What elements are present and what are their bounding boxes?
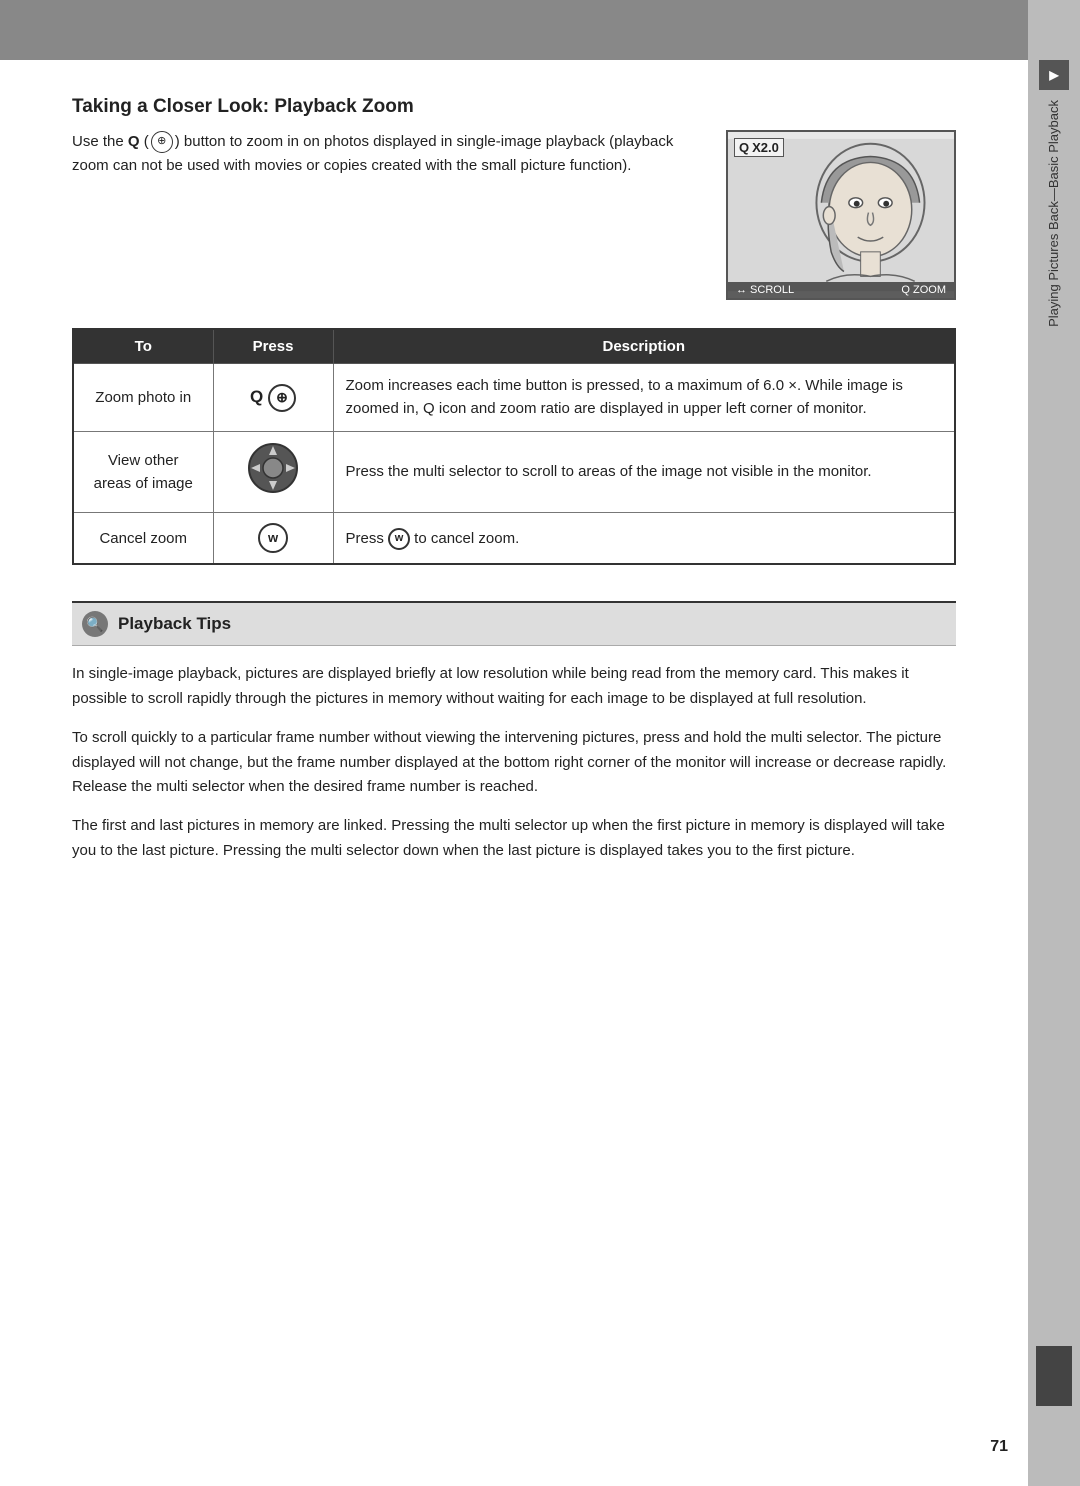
q-arrow-icon: ⊕	[268, 384, 296, 412]
multi-selector-icon	[247, 442, 299, 494]
th-description: Description	[333, 329, 955, 364]
q-icon-inline: ⊕	[151, 131, 173, 153]
camera-preview: Q X2.0	[726, 130, 956, 300]
sidebar-dark-block	[1036, 1346, 1072, 1406]
intro-text: Use the Q (⊕) button to zoom in on photo…	[72, 130, 702, 178]
q-circle-icon: Q ⊕	[250, 387, 296, 406]
row2-press	[213, 431, 333, 513]
th-press: Press	[213, 329, 333, 364]
intro-row: Use the Q (⊕) button to zoom in on photo…	[72, 130, 956, 300]
zoom-table: To Press Description Zoom photo in Q ⊕ Z…	[72, 328, 956, 565]
tips-icon: 🔍	[82, 611, 108, 637]
page-number: 71	[990, 1438, 1008, 1456]
scroll-label: ↔ SCROLL	[736, 284, 794, 296]
table-row: View other areas of image	[73, 431, 955, 513]
tips-paragraph-3: The first and last pictures in memory ar…	[72, 814, 956, 864]
table-header-row: To Press Description	[73, 329, 955, 364]
tips-title: Playback Tips	[118, 614, 231, 634]
main-content: Taking a Closer Look: Playback Zoom Use …	[0, 60, 1028, 914]
table-row: Cancel zoom w Press w to cancel zoom.	[73, 513, 955, 565]
camera-preview-inner: Q X2.0	[728, 132, 954, 298]
zoom-label-text: Q	[739, 140, 749, 155]
th-to: To	[73, 329, 213, 364]
right-sidebar: ▶ Playing Pictures Back—Basic Playback	[1028, 0, 1080, 1486]
table-row: Zoom photo in Q ⊕ Zoom increases each ti…	[73, 364, 955, 432]
tips-section: 🔍 Playback Tips In single-image playback…	[72, 601, 956, 863]
preview-bottom-bar: ↔ SCROLL Q ZOOM	[728, 282, 954, 298]
row1-to: Zoom photo in	[73, 364, 213, 432]
tips-paragraph-2: To scroll quickly to a particular frame …	[72, 726, 956, 800]
zoom-bottom-label: Q ZOOM	[901, 284, 946, 296]
tips-header: 🔍 Playback Tips	[72, 601, 956, 646]
zoom-label: Q X2.0	[734, 138, 784, 157]
row2-to: View other areas of image	[73, 431, 213, 513]
row3-to: Cancel zoom	[73, 513, 213, 565]
row3-press: w	[213, 513, 333, 565]
row2-desc: Press the multi selector to scroll to ar…	[333, 431, 955, 513]
row3-desc: Press w to cancel zoom.	[333, 513, 955, 565]
row1-desc: Zoom increases each time button is press…	[333, 364, 955, 432]
sidebar-label: Playing Pictures Back—Basic Playback	[1041, 100, 1067, 327]
zoom-value: X2.0	[752, 140, 779, 155]
tips-paragraph-1: In single-image playback, pictures are d…	[72, 662, 956, 712]
row1-press: Q ⊕	[213, 364, 333, 432]
section-title: Taking a Closer Look: Playback Zoom	[72, 96, 956, 118]
top-bar	[0, 0, 1080, 60]
sidebar-play-icon: ▶	[1039, 60, 1069, 90]
w-cancel-icon: w	[258, 523, 288, 553]
w-inline-icon: w	[388, 528, 410, 550]
